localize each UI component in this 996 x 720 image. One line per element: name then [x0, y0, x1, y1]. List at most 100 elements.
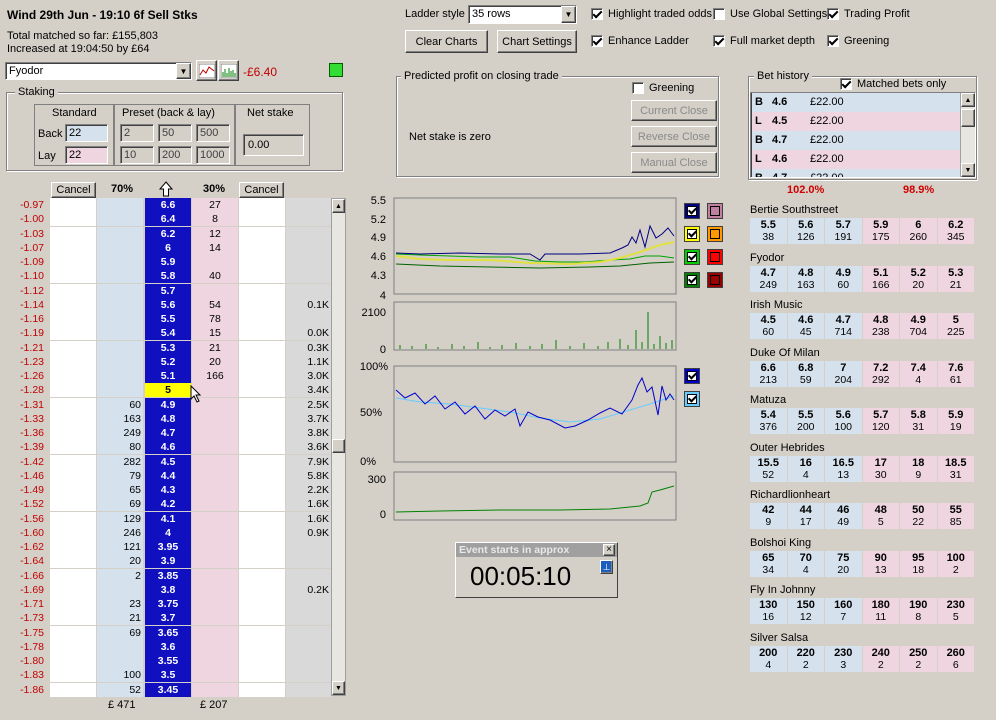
- lay-price-cell[interactable]: 100 2: [937, 550, 974, 577]
- ladder-lay-order-cell[interactable]: [239, 511, 285, 526]
- back-price-cell[interactable]: 4.8 163: [787, 265, 824, 292]
- ladder-back-volume-cell[interactable]: 79: [97, 468, 143, 483]
- ladder-back-volume-cell[interactable]: 100: [97, 668, 143, 683]
- ladder-back-volume-cell[interactable]: [97, 340, 143, 355]
- series-color-toggle[interactable]: [684, 226, 700, 242]
- series-color-toggle[interactable]: [707, 249, 723, 265]
- ladder-back-order-cell[interactable]: [50, 525, 96, 540]
- back-price-cell[interactable]: 230 3: [825, 645, 862, 672]
- ladder-back-order-cell[interactable]: [50, 369, 96, 383]
- ladder-back-volume-cell[interactable]: 65: [97, 483, 143, 497]
- runner-panel[interactable]: Outer Hebrides 15.5 52 16 4 16.5 13 17 30 18 9 18.5…: [750, 441, 975, 482]
- ladder-back-volume-cell[interactable]: 23: [97, 597, 143, 611]
- back-price-cell[interactable]: 150 12: [787, 598, 824, 624]
- ladder-lay-order-cell[interactable]: [239, 540, 285, 554]
- ladder-lay-volume-cell[interactable]: [192, 497, 238, 512]
- back-price-cell[interactable]: 75 20: [825, 550, 862, 577]
- ladder-style-select[interactable]: 35 rows ▼: [468, 5, 577, 24]
- ladder-back-volume-cell[interactable]: [97, 582, 143, 597]
- ladder-lay-volume-cell[interactable]: [192, 440, 238, 455]
- ladder-back-order-cell[interactable]: [50, 468, 96, 483]
- preset-lay-2[interactable]: 200: [158, 146, 192, 164]
- ladder-back-volume-cell[interactable]: 121: [97, 540, 143, 554]
- up-arrow-icon[interactable]: [158, 181, 174, 197]
- lay-price-cell[interactable]: 180 11: [862, 598, 899, 624]
- ladder-back-volume-cell[interactable]: [97, 312, 143, 326]
- lay-price-cell[interactable]: 190 8: [900, 598, 937, 624]
- ladder-lay-order-cell[interactable]: [239, 682, 285, 697]
- checkbox-icon[interactable]: [591, 8, 603, 20]
- lay-price-cell[interactable]: 260 6: [937, 645, 974, 672]
- ladder-back-order-cell[interactable]: [50, 269, 96, 284]
- ladder-back-order-cell[interactable]: [50, 312, 96, 326]
- back-price-cell[interactable]: 4.5 60: [750, 313, 787, 339]
- ladder-back-order-cell[interactable]: [50, 397, 96, 412]
- ladder-back-order-cell[interactable]: [50, 497, 96, 512]
- ladder-back-volume-cell[interactable]: 69: [97, 497, 143, 512]
- lay-price-cell[interactable]: 7.2 292: [862, 360, 899, 387]
- ladder-back-volume-cell[interactable]: 282: [97, 454, 143, 469]
- ladder-lay-volume-cell[interactable]: 21: [192, 340, 238, 355]
- option-highlight-traded[interactable]: Highlight traded odds: [591, 8, 712, 20]
- ladder-lay-volume-cell[interactable]: 14: [192, 240, 238, 255]
- series-color-toggle[interactable]: [684, 391, 700, 407]
- ladder-back-volume-cell[interactable]: [97, 654, 143, 668]
- ladder-back-volume-cell[interactable]: 2: [97, 568, 143, 583]
- ladder-lay-volume-cell[interactable]: [192, 525, 238, 540]
- checkbox-icon[interactable]: [713, 8, 725, 20]
- ladder-lay-volume-cell[interactable]: 15: [192, 326, 238, 341]
- back-price-cell[interactable]: 5.7 191: [825, 218, 862, 244]
- checkbox-icon[interactable]: [591, 35, 603, 47]
- ladder-lay-order-cell[interactable]: [239, 326, 285, 341]
- ladder-back-order-cell[interactable]: [50, 198, 96, 212]
- ladder-lay-volume-cell[interactable]: 78: [192, 312, 238, 326]
- series-color-toggle[interactable]: [684, 272, 700, 288]
- ladder-lay-order-cell[interactable]: [239, 369, 285, 383]
- ladder-back-order-cell[interactable]: [50, 354, 96, 369]
- manual-close-button[interactable]: Manual Close: [631, 152, 717, 173]
- ladder-lay-order-cell[interactable]: [239, 568, 285, 583]
- ladder-back-volume-cell[interactable]: 69: [97, 625, 143, 640]
- runner-panel[interactable]: Bolshoi King 65 34 70 4 75 20 90 13 95 18 100 2: [750, 536, 975, 577]
- predicted-greening[interactable]: Greening: [632, 82, 694, 94]
- back-price-cell[interactable]: 130 16: [750, 598, 787, 624]
- bet-history-row[interactable]: B 4.6 £22.00: [752, 93, 964, 112]
- ladder-lay-volume-cell[interactable]: 54: [192, 297, 238, 312]
- back-price-cell[interactable]: 46 49: [825, 503, 862, 529]
- ladder-lay-volume-cell[interactable]: [192, 682, 238, 697]
- bet-history-list[interactable]: B 4.6 £22.00 L 4.5 £22.00 B 4.7 £22.00 L 4.6 £22.00…: [750, 92, 976, 178]
- series-color-toggle[interactable]: [684, 368, 700, 384]
- ladder-lay-order-cell[interactable]: [239, 226, 285, 241]
- ladder-lay-order-cell[interactable]: [239, 654, 285, 668]
- ladder-back-volume-cell[interactable]: 20: [97, 554, 143, 569]
- scroll-down-icon[interactable]: ▼: [332, 681, 345, 695]
- back-price-cell[interactable]: 65 34: [750, 550, 787, 577]
- ladder-back-order-cell[interactable]: [50, 212, 96, 227]
- back-price-cell[interactable]: 16 4: [787, 455, 824, 482]
- lay-price-cell[interactable]: 5 225: [937, 313, 974, 339]
- ladder-back-volume-cell[interactable]: [97, 240, 143, 255]
- back-price-cell[interactable]: 6.6 213: [750, 360, 787, 387]
- ladder-lay-volume-cell[interactable]: [192, 283, 238, 298]
- ladder-lay-order-cell[interactable]: [239, 625, 285, 640]
- ladder-back-order-cell[interactable]: [50, 240, 96, 255]
- ladder-lay-order-cell[interactable]: [239, 582, 285, 597]
- chart-settings-button[interactable]: Chart Settings: [497, 30, 577, 53]
- option-enhance-ladder[interactable]: Enhance Ladder: [591, 35, 689, 47]
- ladder-lay-volume-cell[interactable]: 12: [192, 226, 238, 241]
- ladder-lay-volume-cell[interactable]: [192, 554, 238, 569]
- option-global-settings[interactable]: Use Global Settings: [713, 8, 827, 20]
- matched-only-option[interactable]: Matched bets only: [840, 78, 946, 90]
- lay-price-cell[interactable]: 5.9 19: [937, 408, 974, 434]
- series-color-toggle[interactable]: [707, 272, 723, 288]
- current-close-button[interactable]: Current Close: [631, 100, 717, 121]
- ladder-back-volume-cell[interactable]: [97, 255, 143, 269]
- ladder-back-order-cell[interactable]: [50, 654, 96, 668]
- ladder-lay-order-cell[interactable]: [239, 668, 285, 683]
- ladder-back-volume-cell[interactable]: [97, 212, 143, 227]
- series-color-toggle[interactable]: [684, 203, 700, 219]
- bet-history-row[interactable]: L 4.5 £22.00: [752, 112, 964, 131]
- ladder-back-order-cell[interactable]: [50, 340, 96, 355]
- ladder-lay-order-cell[interactable]: [239, 212, 285, 227]
- checkbox-icon[interactable]: [713, 35, 725, 47]
